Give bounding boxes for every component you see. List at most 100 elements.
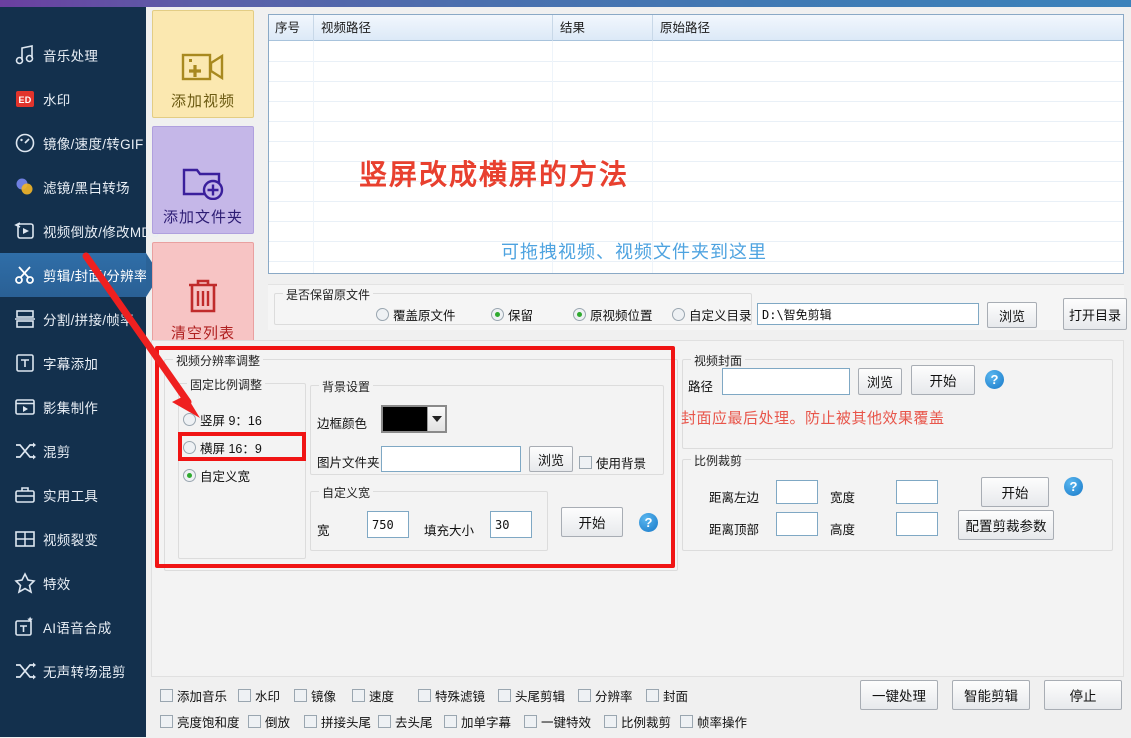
configure-crop-params-button[interactable]: 配置剪裁参数	[958, 510, 1054, 540]
radio-landscape-16-9[interactable]: 横屏 16：9	[183, 438, 262, 457]
radio-original-location[interactable]: 原视频位置	[573, 305, 653, 324]
checkbox-1-7[interactable]: 封面	[646, 686, 716, 705]
checkbox-1-5[interactable]: 头尾剪辑	[498, 686, 578, 705]
sidebar-item-9[interactable]: 混剪	[0, 429, 146, 473]
fill-size-input[interactable]	[490, 511, 532, 538]
sidebar-item-1[interactable]: ED 水印	[0, 77, 146, 121]
radio-custom-dir[interactable]: 自定义目录	[672, 305, 752, 324]
radio-portrait-9-16[interactable]: 竖屏 9：16	[183, 410, 262, 429]
resolution-group-title: 视频分辨率调整	[173, 352, 264, 369]
border-color-picker[interactable]	[381, 405, 447, 433]
sidebar-item-14[interactable]: 无声转场混剪	[0, 649, 146, 693]
checkbox-box	[238, 689, 251, 702]
sidebar-item-6[interactable]: 分割/拼接/帧率	[0, 297, 146, 341]
sidebar-item-4[interactable]: 视频倒放/修改MD5	[0, 209, 159, 253]
radio-dot	[376, 308, 389, 321]
checkbox-2-0[interactable]: 亮度饱和度	[160, 712, 248, 731]
checkbox-1-2[interactable]: 镜像	[294, 686, 352, 705]
smart-edit-button[interactable]: 智能剪辑	[952, 680, 1030, 710]
help-question-icon[interactable]: ?	[1064, 477, 1083, 496]
clear-list-button[interactable]: 清空列表	[152, 242, 254, 350]
chevron-down-icon[interactable]	[427, 407, 445, 431]
sidebar-item-11[interactable]: 视频裂变	[0, 517, 146, 561]
add-folder-button[interactable]: 添加文件夹	[152, 126, 254, 234]
output-path-input[interactable]	[757, 303, 979, 325]
tts-text-icon	[14, 616, 36, 638]
resolution-start-button[interactable]: 开始	[561, 507, 623, 537]
checkbox-1-3[interactable]: 速度	[352, 686, 418, 705]
sidebar-item-3[interactable]: 滤镜/黑白转场	[0, 165, 146, 209]
crop-height-input[interactable]	[896, 512, 938, 536]
radio-dot	[573, 308, 586, 321]
open-directory-button[interactable]: 打开目录	[1063, 298, 1127, 330]
width-input[interactable]	[367, 511, 409, 538]
sidebar-item-8[interactable]: 影集制作	[0, 385, 146, 429]
cover-path-input[interactable]	[722, 368, 850, 395]
checkbox-label: 比例裁剪	[621, 716, 672, 730]
sidebar-item-label: 影集制作	[43, 401, 99, 416]
table-column-header-3[interactable]: 原始路径	[654, 15, 710, 41]
stop-button[interactable]: 停止	[1044, 680, 1122, 710]
action-button-column: 添加视频 添加文件夹 清空列表	[152, 10, 254, 358]
table-column-header-1[interactable]: 视频路径	[315, 15, 371, 41]
checkbox-2-6[interactable]: 比例裁剪	[604, 712, 680, 731]
sidebar-item-7[interactable]: 字幕添加	[0, 341, 146, 385]
one-click-process-button[interactable]: 一键处理	[860, 680, 938, 710]
crop-left-input[interactable]	[776, 480, 818, 504]
cover-start-button[interactable]: 开始	[911, 365, 975, 395]
use-background-checkbox[interactable]: 使用背景	[579, 453, 646, 472]
checkbox-label: 特殊滤镜	[435, 690, 486, 704]
checkbox-box	[680, 715, 693, 728]
video-file-table[interactable]: 序号视频路径结果原始路径原始文件名 竖屏改成横屏的方法 可拖拽视频、视频文件夹到…	[268, 14, 1124, 274]
checkbox-2-1[interactable]: 倒放	[248, 712, 304, 731]
sidebar-item-2[interactable]: 镜像/速度/转GIF	[0, 121, 146, 165]
cover-path-label: 路径	[688, 380, 714, 394]
add-video-button[interactable]: 添加视频	[152, 10, 254, 118]
crop-top-label: 距离顶部	[709, 523, 760, 537]
sidebar-item-label: 分割/拼接/帧率	[43, 313, 134, 328]
radio-custom-width[interactable]: 自定义宽	[183, 466, 250, 485]
sidebar-item-0[interactable]: 音乐处理	[0, 33, 146, 77]
sidebar-item-12[interactable]: 特效	[0, 561, 146, 605]
feature-checkbox-row-1: 添加音乐 水印 镜像 速度 特殊滤镜 头尾剪辑 分辨率 封面	[160, 686, 850, 705]
table-body[interactable]: 竖屏改成横屏的方法 可拖拽视频、视频文件夹到这里	[269, 41, 1123, 273]
sidebar-item-label: 无声转场混剪	[43, 665, 126, 680]
body-column-divider-0	[313, 41, 314, 273]
checkbox-label: 帧率操作	[697, 716, 748, 730]
radio-keep-original[interactable]: 保留	[491, 305, 533, 324]
column-divider-2[interactable]	[652, 15, 653, 41]
browse-output-button[interactable]: 浏览	[987, 302, 1037, 328]
column-divider-1[interactable]	[552, 15, 553, 41]
table-row-line	[269, 141, 1123, 142]
sidebar-item-10[interactable]: 实用工具	[0, 473, 146, 517]
crop-start-button[interactable]: 开始	[981, 477, 1049, 507]
browse-image-folder-button[interactable]: 浏览	[529, 446, 573, 472]
checkbox-1-4[interactable]: 特殊滤镜	[418, 686, 498, 705]
checkbox-2-7[interactable]: 帧率操作	[680, 712, 750, 731]
checkbox-2-3[interactable]: 去头尾	[378, 712, 444, 731]
keep-original-group-title: 是否保留原文件	[283, 286, 374, 303]
checkbox-1-6[interactable]: 分辨率	[578, 686, 646, 705]
checkbox-1-0[interactable]: 添加音乐	[160, 686, 238, 705]
checkbox-2-5[interactable]: 一键特效	[524, 712, 604, 731]
sidebar: 音乐处理 ED 水印 镜像/速度/转GIF 滤镜/黑白转场 视频倒放/修改MD5 剪辑/封面…	[0, 7, 160, 737]
checkbox-1-1[interactable]: 水印	[238, 686, 294, 705]
crop-width-input[interactable]	[896, 480, 938, 504]
checkbox-box	[160, 715, 173, 728]
table-column-header-2[interactable]: 结果	[554, 15, 585, 41]
table-column-header-0[interactable]: 序号	[269, 15, 300, 41]
checkbox-box	[378, 715, 391, 728]
column-divider-0[interactable]	[313, 15, 314, 41]
crop-top-input[interactable]	[776, 512, 818, 536]
help-question-icon[interactable]: ?	[985, 370, 1004, 389]
checkbox-box	[604, 715, 617, 728]
browse-cover-button[interactable]: 浏览	[858, 368, 902, 395]
sidebar-item-13[interactable]: AI语音合成	[0, 605, 146, 649]
help-question-icon[interactable]: ?	[639, 513, 658, 532]
checkbox-2-2[interactable]: 拼接头尾	[304, 712, 378, 731]
checkbox-2-4[interactable]: 加单字幕	[444, 712, 524, 731]
sidebar-item-5[interactable]: 剪辑/封面/分辨率	[0, 253, 160, 297]
radio-overwrite-original[interactable]: 覆盖原文件	[376, 305, 456, 324]
sidebar-item-label: 水印	[43, 93, 71, 108]
image-folder-input[interactable]	[381, 446, 521, 472]
